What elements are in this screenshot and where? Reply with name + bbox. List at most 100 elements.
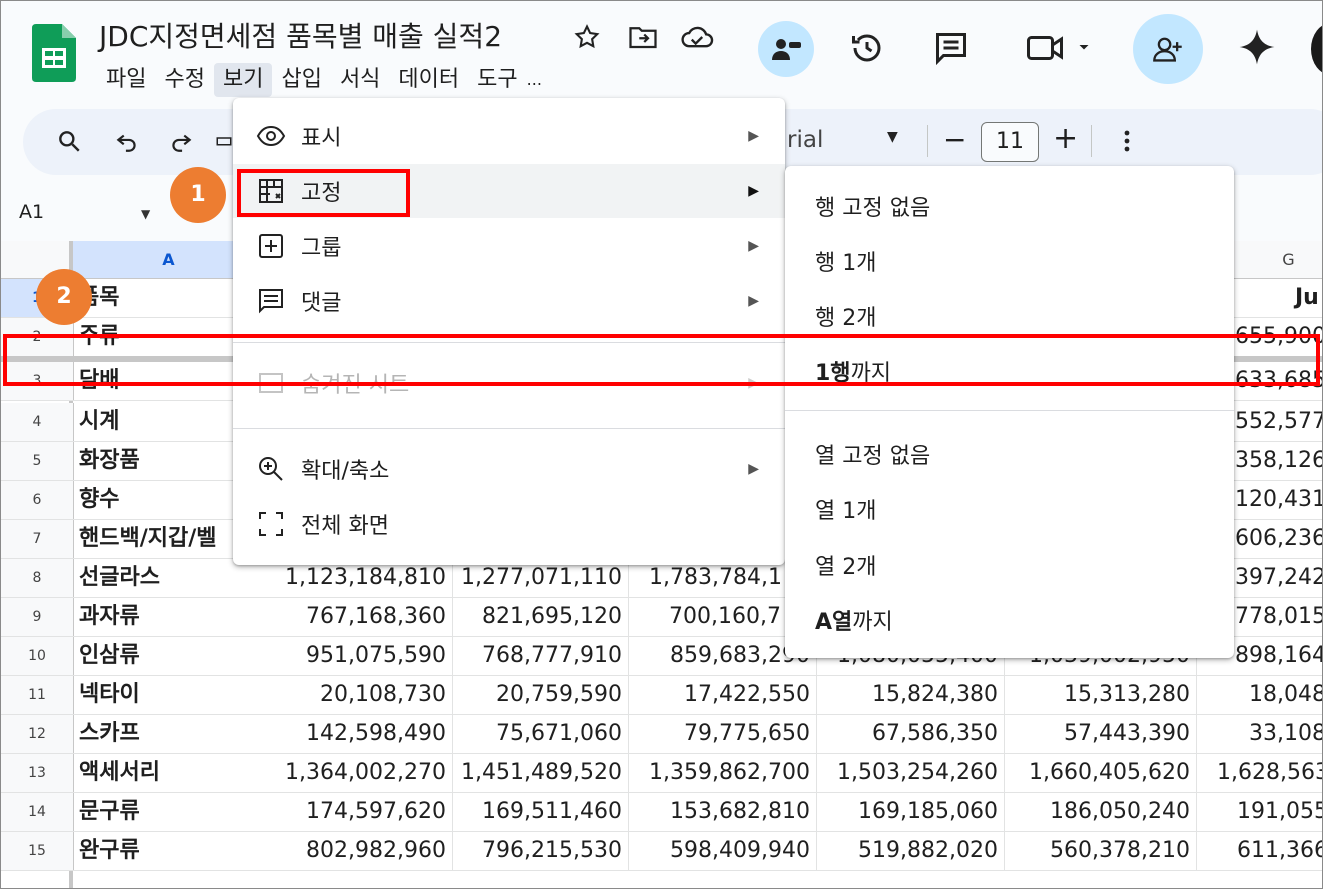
cell-c[interactable]: 169,511,460 — [453, 793, 629, 831]
cell-c[interactable]: 768,777,910 — [453, 637, 629, 675]
view-menu-comments[interactable]: 댓글 ▶ — [233, 274, 785, 328]
row-number[interactable]: 5 — [1, 442, 74, 480]
cell-b[interactable]: 174,597,620 — [265, 793, 453, 831]
star-icon[interactable] — [567, 17, 607, 57]
row-number[interactable]: 9 — [1, 598, 74, 636]
account-avatar[interactable] — [1311, 23, 1322, 75]
cell-c[interactable]: 20,759,590 — [453, 676, 629, 714]
cell-d[interactable]: 17,422,550 — [629, 676, 817, 714]
row-number[interactable]: 8 — [1, 559, 74, 597]
cell-a[interactable]: 넥타이 — [79, 676, 140, 714]
row-number[interactable]: 6 — [1, 481, 74, 519]
cell-a[interactable]: 선글라스 — [79, 559, 160, 597]
cell-g[interactable]: 33,108 — [1197, 715, 1322, 753]
version-history-icon[interactable] — [847, 28, 887, 68]
freeze-one-row[interactable]: 행 1개 — [815, 245, 876, 277]
cell-a[interactable]: 핸드백/지갑/벨 — [79, 520, 217, 558]
cell-d[interactable]: 153,682,810 — [629, 793, 817, 831]
collaborator-avatar-icon[interactable] — [758, 21, 814, 77]
cell-c[interactable]: 1,451,489,520 — [453, 754, 629, 792]
menu-edit[interactable]: 수정 — [155, 63, 213, 97]
print-icon[interactable] — [215, 123, 233, 159]
menu-file[interactable]: 파일 — [97, 63, 155, 97]
comments-icon[interactable] — [931, 28, 971, 68]
cell-e[interactable]: 519,882,020 — [817, 832, 1005, 870]
menu-view[interactable]: 보기 — [213, 63, 273, 97]
undo-icon[interactable] — [109, 123, 145, 159]
cell-e[interactable]: 67,586,350 — [817, 715, 1005, 753]
font-size-input[interactable]: 11 — [981, 122, 1039, 162]
cell-f[interactable]: 186,050,240 — [1005, 793, 1197, 831]
row-number[interactable]: 10 — [1, 637, 74, 675]
row-number[interactable]: 7 — [1, 520, 74, 558]
cell-e[interactable]: 15,824,380 — [817, 676, 1005, 714]
cell-a[interactable]: 화장품 — [79, 442, 140, 480]
menu-more[interactable]: ... — [527, 63, 542, 97]
document-title[interactable]: JDC지정면세점 품목별 매출 실적2 — [99, 15, 502, 55]
cell-f[interactable]: 57,443,390 — [1005, 715, 1197, 753]
more-options-icon[interactable] — [1117, 125, 1137, 161]
move-folder-icon[interactable] — [623, 17, 663, 57]
cell-b[interactable]: 767,168,360 — [265, 598, 453, 636]
menu-data[interactable]: 데이터 — [389, 63, 468, 97]
row-number[interactable]: 4 — [1, 403, 74, 441]
menu-tools[interactable]: 도구 — [468, 63, 526, 97]
row-number[interactable]: 11 — [1, 676, 74, 714]
redo-icon[interactable] — [163, 123, 199, 159]
menu-insert[interactable]: 삽입 — [272, 63, 330, 97]
cell-g[interactable]: 611,366 — [1197, 832, 1322, 870]
name-box[interactable]: A1 — [19, 201, 44, 223]
cell-g[interactable]: 191,055 — [1197, 793, 1322, 831]
font-dropdown-arrow-icon[interactable]: ▼ — [887, 129, 898, 145]
cell-b[interactable]: 1,364,002,270 — [265, 754, 453, 792]
freeze-up-to-col[interactable]: A열까지 — [815, 604, 893, 636]
freeze-one-col[interactable]: 열 1개 — [815, 493, 876, 525]
cell-a[interactable]: 향수 — [79, 481, 119, 519]
freeze-no-cols[interactable]: 열 고정 없음 — [815, 438, 930, 470]
freeze-two-cols[interactable]: 열 2개 — [815, 549, 876, 581]
cell-a[interactable]: 스카프 — [79, 715, 140, 753]
cell-e[interactable]: 1,503,254,260 — [817, 754, 1005, 792]
cell-f[interactable]: 560,378,210 — [1005, 832, 1197, 870]
cell-g[interactable]: 18,048 — [1197, 676, 1322, 714]
row-number[interactable]: 13 — [1, 754, 74, 792]
cell-e[interactable]: 169,185,060 — [817, 793, 1005, 831]
view-menu-fullscreen[interactable]: 전체 화면 — [233, 497, 785, 551]
view-menu-show[interactable]: 표시 ▶ — [233, 109, 785, 163]
view-menu-group[interactable]: 그룹 ▶ — [233, 219, 785, 273]
gemini-sparkle-icon[interactable] — [1237, 27, 1277, 67]
share-add-person-icon[interactable] — [1133, 14, 1203, 84]
cell-d[interactable]: 700,160,7 — [629, 598, 789, 636]
name-box-dropdown-icon[interactable]: ▼ — [141, 207, 150, 221]
meet-video-icon[interactable] — [1023, 28, 1097, 68]
row-number[interactable]: 15 — [1, 832, 74, 870]
cell-d[interactable]: 598,409,940 — [629, 832, 817, 870]
cell-b[interactable]: 20,108,730 — [265, 676, 453, 714]
font-family-select[interactable]: rial — [787, 127, 823, 153]
freeze-no-rows[interactable]: 행 고정 없음 — [815, 190, 930, 222]
cell-a[interactable]: 완구류 — [79, 832, 140, 870]
increase-font-size-button[interactable]: + — [1053, 121, 1078, 156]
cell-d[interactable]: 79,775,650 — [629, 715, 817, 753]
cell-b[interactable]: 142,598,490 — [265, 715, 453, 753]
cell-a[interactable]: 인삼류 — [79, 637, 140, 675]
cell-c[interactable]: 796,215,530 — [453, 832, 629, 870]
row-number[interactable]: 14 — [1, 793, 74, 831]
cell-a[interactable]: 시계 — [79, 403, 119, 441]
cell-f[interactable]: 15,313,280 — [1005, 676, 1197, 714]
cell-c[interactable]: 821,695,120 — [453, 598, 629, 636]
view-menu-zoom[interactable]: 확대/축소 ▶ — [233, 442, 785, 496]
cell-b[interactable]: 802,982,960 — [265, 832, 453, 870]
cell-a[interactable]: 과자류 — [79, 598, 140, 636]
column-header-g[interactable]: G — [1234, 241, 1322, 279]
cell-g[interactable]: 1,628,563 — [1197, 754, 1322, 792]
cell-c[interactable]: 75,671,060 — [453, 715, 629, 753]
cell-d[interactable]: 1,359,862,700 — [629, 754, 817, 792]
search-menus-icon[interactable] — [51, 123, 87, 159]
cell-b[interactable]: 951,075,590 — [265, 637, 453, 675]
cell-f[interactable]: 1,660,405,620 — [1005, 754, 1197, 792]
cell-a[interactable]: 문구류 — [79, 793, 140, 831]
row-number[interactable]: 12 — [1, 715, 74, 753]
freeze-two-rows[interactable]: 행 2개 — [815, 300, 876, 332]
cell-a[interactable]: 액세서리 — [79, 754, 160, 792]
